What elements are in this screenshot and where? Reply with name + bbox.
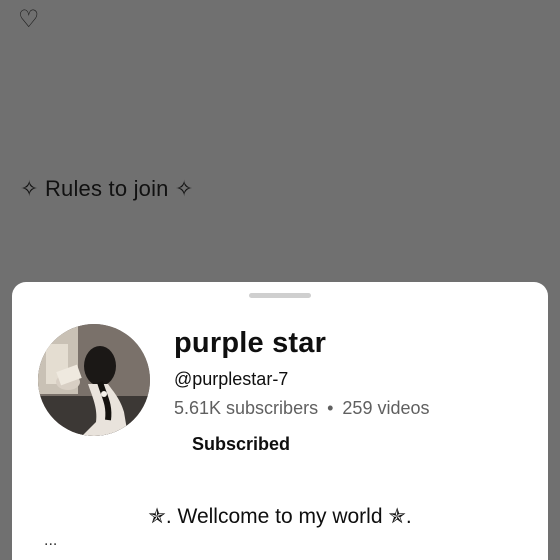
stats-separator: •	[327, 398, 334, 418]
channel-name[interactable]: purple star	[174, 327, 326, 360]
channel-bottom-sheet: purple star @purplestar-7 5.61K subscrib…	[12, 282, 548, 560]
channel-stats: 5.61K subscribers • 259 videos	[174, 398, 430, 419]
channel-description: ✯. Wellcome to my world ✯.	[148, 505, 412, 528]
drag-handle[interactable]	[249, 293, 311, 298]
screen: ♡ ✧ Rules to join ✧ purple star @purples…	[0, 0, 560, 560]
channel-handle: @purplestar-7	[174, 369, 289, 389]
more-button[interactable]: ...	[44, 532, 57, 550]
rules-heading: ✧ Rules to join ✧	[20, 176, 194, 201]
subscriber-count: 5.61K subscribers	[174, 398, 319, 418]
avatar-photo	[38, 324, 150, 436]
subscribed-button[interactable]: Subscribed	[180, 430, 302, 459]
video-count: 259 videos	[342, 398, 430, 418]
avatar[interactable]	[38, 324, 150, 436]
heart-icon: ♡	[18, 6, 40, 33]
